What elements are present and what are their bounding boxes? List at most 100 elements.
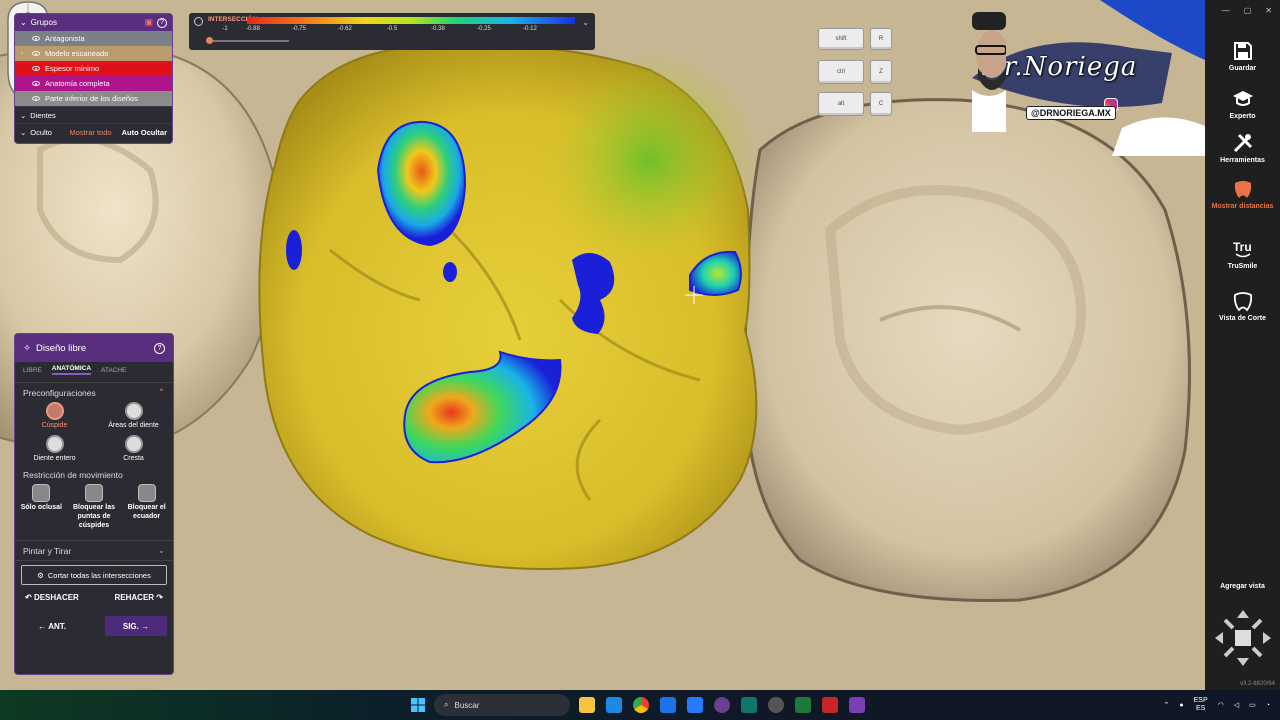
sidebar-item-trusmile[interactable]: Tru TruSmile (1205, 238, 1280, 270)
search-placeholder: Buscar (454, 700, 480, 710)
sidebar-label: TruSmile (1227, 263, 1258, 270)
language-indicator[interactable]: ESP ES (1194, 697, 1208, 713)
alt-key: alt (818, 92, 864, 116)
layer-full-anatomy[interactable]: Anatomía completa (15, 76, 172, 91)
layer-antagonist[interactable]: Antagonista (15, 31, 172, 46)
lang-bottom: ES (1195, 705, 1206, 712)
intersection-slider[interactable] (206, 37, 289, 44)
app-icon[interactable] (768, 697, 784, 713)
app-icon[interactable] (714, 697, 730, 713)
eye-icon[interactable] (32, 66, 40, 71)
tab-atache[interactable]: ATACHE (101, 367, 126, 374)
eye-icon[interactable] (32, 96, 40, 101)
app-icon[interactable] (687, 697, 703, 713)
redo-icon: ↷ (154, 593, 163, 603)
layer-label: Espesor mínimo (45, 64, 100, 73)
groups-panel: ⌄ Grupos ▣ ? Antagonista › Modelo escane… (14, 13, 173, 144)
chevron-up-icon[interactable]: ⌃ (1164, 701, 1170, 709)
layer-min-thickness[interactable]: Espesor mínimo (15, 61, 172, 76)
sidebar-label: Vista de Corte (1219, 315, 1266, 322)
close-icon[interactable]: ✕ (1265, 6, 1272, 15)
green-proximity-zone (540, 50, 760, 270)
exocad-icon[interactable] (822, 697, 838, 713)
chevron-down-icon[interactable]: ⌄ (158, 545, 165, 556)
restriction-lock-cusp-tips[interactable]: Bloquear las puntas de cúspides (68, 484, 121, 530)
next-button[interactable]: SIG. → (105, 616, 167, 637)
sidebar-item-show-distances[interactable]: Mostrar distancias (1205, 178, 1280, 210)
cusp-lock-icon (84, 484, 103, 502)
cad-app-icon[interactable] (849, 697, 865, 713)
wifi-icon[interactable]: ◠ (1218, 701, 1224, 709)
volume-icon[interactable]: ◁ (1234, 701, 1239, 709)
preset-ridge[interactable]: Cresta (94, 435, 173, 462)
teeth-label: Dientes (30, 110, 56, 120)
preset-tooth-areas[interactable]: Áreas del diente (94, 402, 173, 429)
eye-icon[interactable] (32, 36, 40, 41)
restriction-lock-equator[interactable]: Bloquear el ecuador (120, 484, 173, 530)
chrome-icon[interactable] (633, 697, 649, 713)
battery-icon[interactable]: ▭ (1249, 701, 1256, 709)
help-icon[interactable]: ? (154, 342, 165, 354)
free-design-panel: ✧ Diseño libre ? LIBRE ANATÓMICA ATACHE … (14, 333, 174, 675)
expand-arrow-icon[interactable]: › (21, 51, 27, 57)
tab-libre[interactable]: LIBRE (23, 367, 42, 374)
layer-design-bottom[interactable]: Parte inferior de los diseños (15, 91, 172, 106)
chevron-down-icon[interactable]: ⌄ (20, 128, 26, 137)
chat-icon[interactable]: ▣ (144, 17, 153, 28)
preset-cuspide[interactable]: Cúspide (15, 402, 94, 429)
windows-start-icon[interactable] (410, 697, 426, 713)
tick-label: -0.38 (431, 26, 445, 32)
sidebar-item-section-view[interactable]: Vista de Corte (1205, 290, 1280, 322)
version-label: v3.2-8820/64 (1239, 681, 1275, 687)
minimize-icon[interactable]: — (1222, 6, 1230, 15)
sidebar-label: Experto (1229, 113, 1256, 120)
paint-pull-title: Pintar y Tirar (23, 545, 72, 556)
free-design-header: ✧ Diseño libre ? (15, 334, 173, 362)
redo-button[interactable]: REHACER ↷ (115, 593, 164, 602)
add-view-label[interactable]: Agregar vista (1205, 583, 1280, 590)
layer-scanned-model[interactable]: › Modelo escaneado (15, 46, 172, 61)
show-all-button[interactable]: Mostrar todo (69, 128, 111, 137)
microphone-icon[interactable]: ● (1179, 702, 1183, 709)
tab-anatomica[interactable]: ANATÓMICA (51, 365, 92, 375)
notification-bell-icon[interactable]: ◔ (1266, 702, 1270, 709)
app-icon[interactable] (741, 697, 757, 713)
chevron-down-icon[interactable]: ⌄ (582, 18, 589, 27)
sidebar-item-expert[interactable]: Experto (1205, 88, 1280, 120)
cut-all-intersections-button[interactable]: ⚙ Cortar todas las intersecciones (21, 565, 167, 586)
eye-icon[interactable] (32, 81, 40, 86)
restriction-label: Bloquear las puntas de cúspides (72, 504, 115, 529)
cusp-icon (45, 402, 64, 420)
whole-tooth-icon (45, 435, 64, 453)
restriction-occlusal-only[interactable]: Sólo oclusal (15, 484, 68, 530)
teeth-group-row[interactable]: ⌄ Dientes (15, 106, 172, 123)
undo-button[interactable]: ↶ DESHACER (25, 593, 79, 602)
app-icon[interactable] (795, 697, 811, 713)
layer-list: Antagonista › Modelo escaneado Espesor m… (15, 31, 172, 106)
app-icon[interactable] (660, 697, 676, 713)
chevron-up-icon[interactable]: ⌃ (158, 387, 165, 398)
help-icon[interactable]: ? (157, 17, 167, 28)
paint-pull-header[interactable]: Pintar y Tirar ⌄ (15, 545, 173, 556)
next-label: SIG. (122, 621, 139, 631)
view-navigation-icon[interactable] (1213, 606, 1273, 670)
3d-viewport[interactable]: shift ctrl alt R Z C Dr.Noriega @DRNORIE… (0, 0, 1205, 690)
eye-icon[interactable] (32, 51, 40, 56)
auto-hide-button[interactable]: Auto Ocultar (122, 128, 167, 137)
chevron-down-icon[interactable]: ⌄ (20, 18, 27, 27)
file-explorer-icon[interactable] (579, 697, 595, 713)
maximize-icon[interactable]: ▢ (1244, 6, 1252, 15)
intersection-spot (286, 230, 302, 270)
slider-knob[interactable] (206, 37, 213, 44)
taskbar-search[interactable]: ⌕ Buscar (434, 694, 570, 716)
graduation-cap-icon (1232, 91, 1253, 106)
chevron-down-icon[interactable]: ⌄ (20, 111, 26, 120)
right-tooth (743, 98, 1191, 602)
preset-whole-tooth[interactable]: Diente entero (15, 435, 94, 462)
sidebar-label: Mostrar distancias (1211, 203, 1274, 210)
prev-button[interactable]: ← ANT. (21, 616, 83, 636)
sidebar-item-save[interactable]: Guardar (1205, 40, 1280, 72)
presets-header[interactable]: Preconfiguraciones ⌃ (15, 387, 173, 398)
sidebar-item-tools[interactable]: Herramientas (1205, 132, 1280, 164)
app-icon[interactable] (606, 697, 622, 713)
